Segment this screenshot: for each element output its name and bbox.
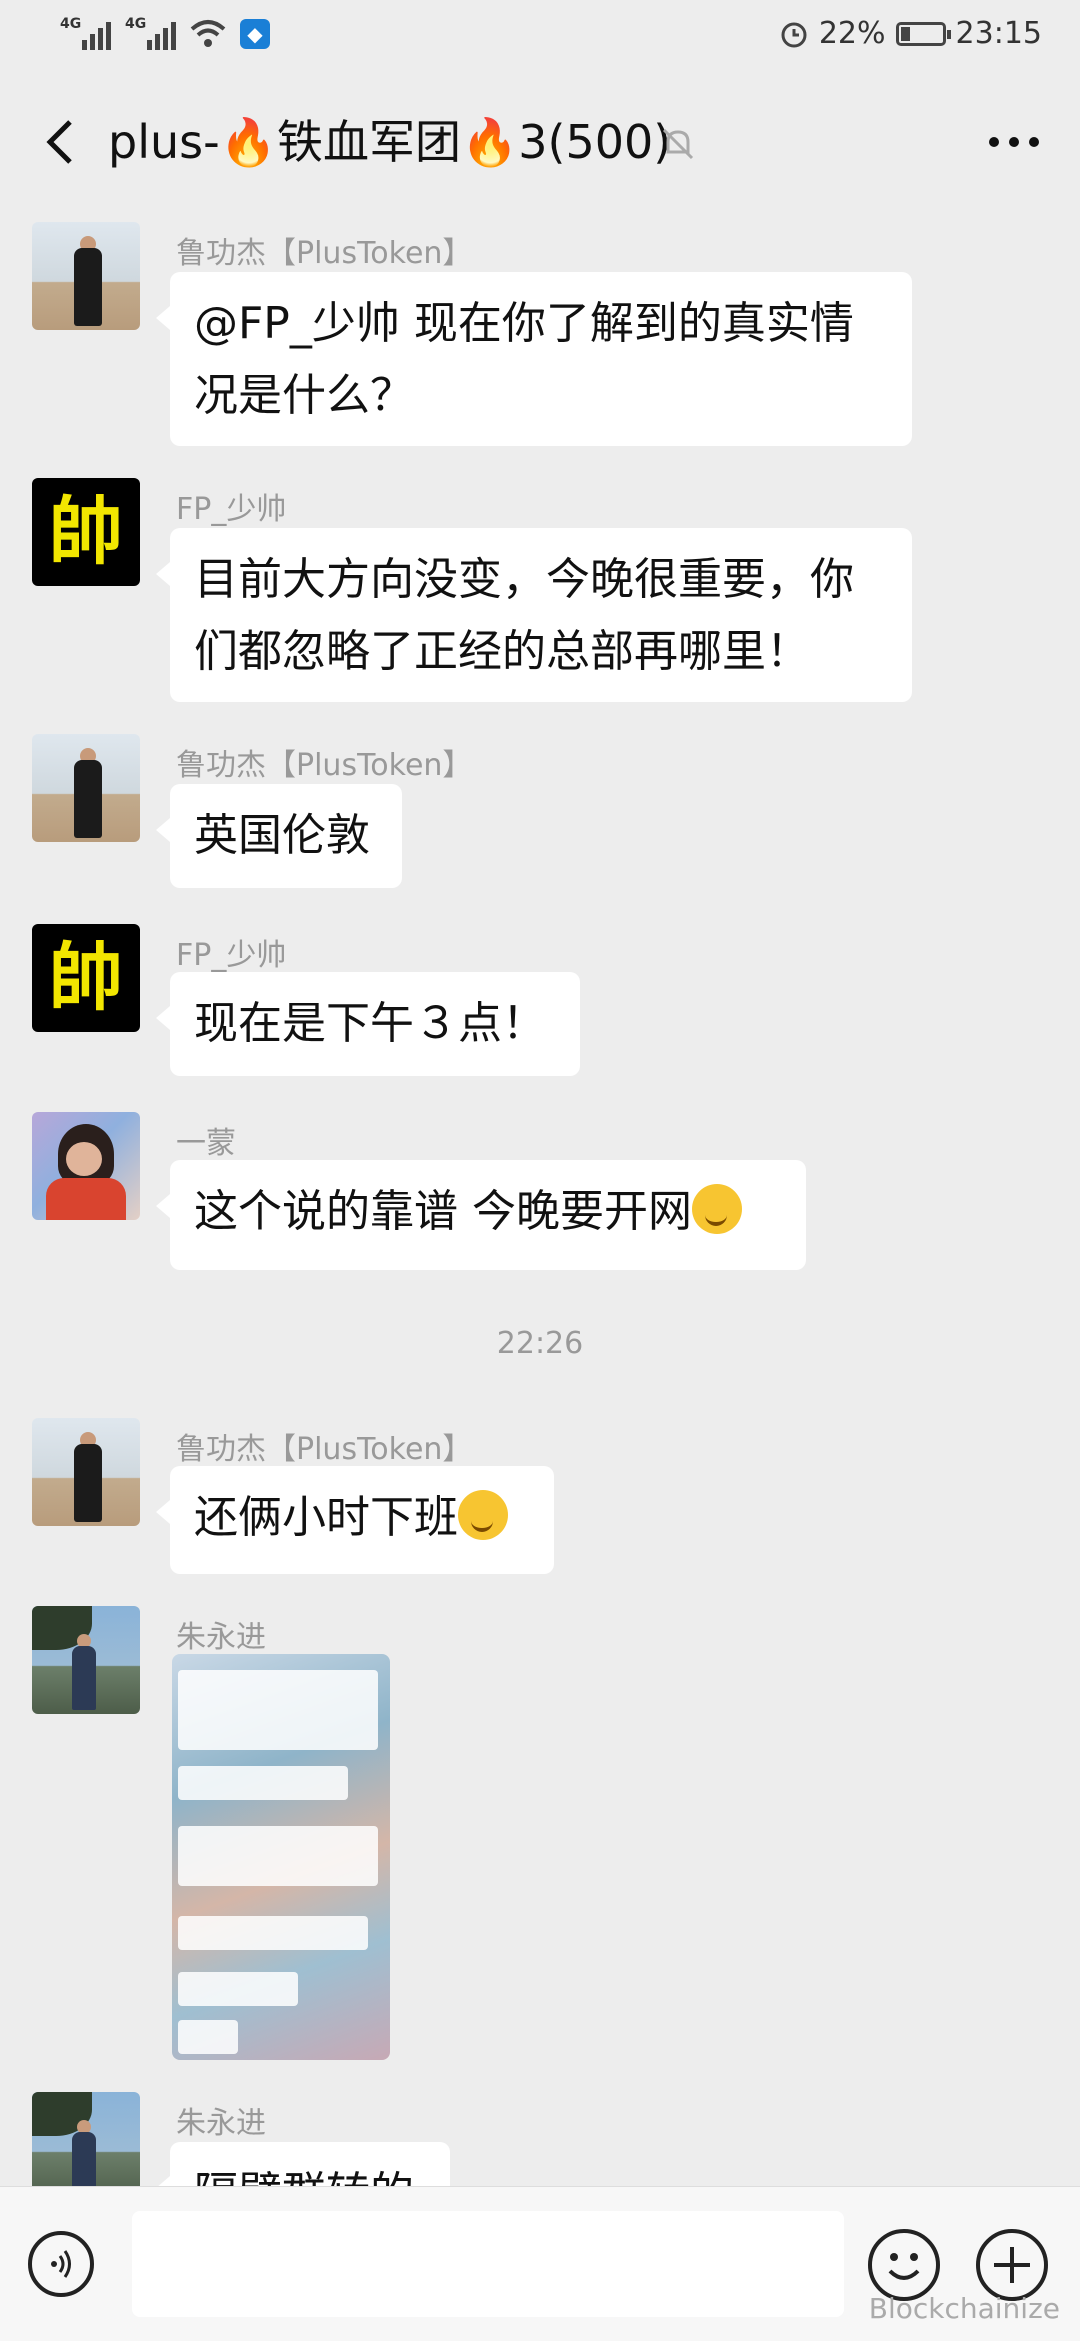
clock: 23:15 — [955, 16, 1042, 51]
battery-icon — [895, 21, 951, 46]
cell-signal-1-icon: 4G — [60, 16, 111, 50]
sender-name: 鲁功杰【PlusToken】 — [176, 1432, 473, 1467]
chat-header: plus-🔥铁血军团🔥3(500) — [0, 90, 1080, 194]
wifi-icon — [190, 20, 226, 47]
status-bar: 4G 4G ◆ 22% 23:15 — [0, 0, 1080, 72]
message-bubble[interactable]: 现在是下午３点！ — [156, 972, 580, 1076]
avatar[interactable] — [32, 1606, 140, 1714]
message-text: 还俩小时下班 — [194, 1492, 458, 1543]
watermark: Blockchainize — [868, 2292, 1060, 2325]
message-bubble[interactable]: 目前大方向没变，今晚很重要，你们都忽略了正经的总部再哪里！ — [156, 528, 912, 702]
message-input[interactable] — [132, 2211, 844, 2317]
sender-name: FP_少帅 — [176, 938, 287, 973]
sender-name: 鲁功杰【PlusToken】 — [176, 748, 473, 783]
alarm-icon — [781, 22, 807, 47]
sender-name: 鲁功杰【PlusToken】 — [176, 236, 473, 271]
avatar[interactable] — [32, 222, 140, 330]
back-arrow-icon[interactable] — [34, 110, 94, 174]
message-bubble[interactable]: 英国伦敦 — [156, 784, 402, 888]
crying-laughing-emoji-icon — [458, 1490, 508, 1540]
sender-name: 一蒙 — [176, 1126, 236, 1161]
avatar[interactable] — [32, 1418, 140, 1526]
security-shield-icon: ◆ — [240, 19, 270, 49]
sender-name: 朱永进 — [176, 1620, 266, 1655]
mute-bell-icon — [662, 128, 694, 160]
input-bar: Blockchainize — [0, 2186, 1080, 2341]
message-text: 这个说的靠谱 今晚要开网 — [194, 1186, 692, 1237]
chat-title: plus-🔥铁血军团🔥3(500) — [108, 115, 672, 169]
message-bubble[interactable]: @FP_少帅 现在你了解到的真实情况是什么？ — [156, 272, 912, 446]
voice-icon[interactable] — [28, 2231, 94, 2297]
avatar[interactable] — [32, 1112, 140, 1220]
image-message[interactable] — [172, 1654, 390, 2060]
more-icon[interactable] — [982, 120, 1046, 164]
avatar[interactable]: 帥 — [32, 924, 140, 1032]
timestamp: 22:26 — [496, 1326, 584, 1361]
avatar[interactable] — [32, 2092, 140, 2200]
sender-name: 朱永进 — [176, 2106, 266, 2141]
emoji-icon[interactable] — [868, 2229, 940, 2301]
avatar[interactable] — [32, 734, 140, 842]
battery-percent: 22% — [818, 16, 886, 51]
sender-name: FP_少帅 — [176, 492, 287, 527]
plus-icon[interactable] — [976, 2229, 1048, 2301]
cell-signal-2-icon: 4G — [125, 16, 176, 50]
message-bubble[interactable]: 还俩小时下班 — [156, 1466, 554, 1574]
message-bubble[interactable]: 这个说的靠谱 今晚要开网 — [156, 1160, 806, 1270]
avatar[interactable]: 帥 — [32, 478, 140, 586]
thinking-emoji-icon — [692, 1184, 742, 1234]
